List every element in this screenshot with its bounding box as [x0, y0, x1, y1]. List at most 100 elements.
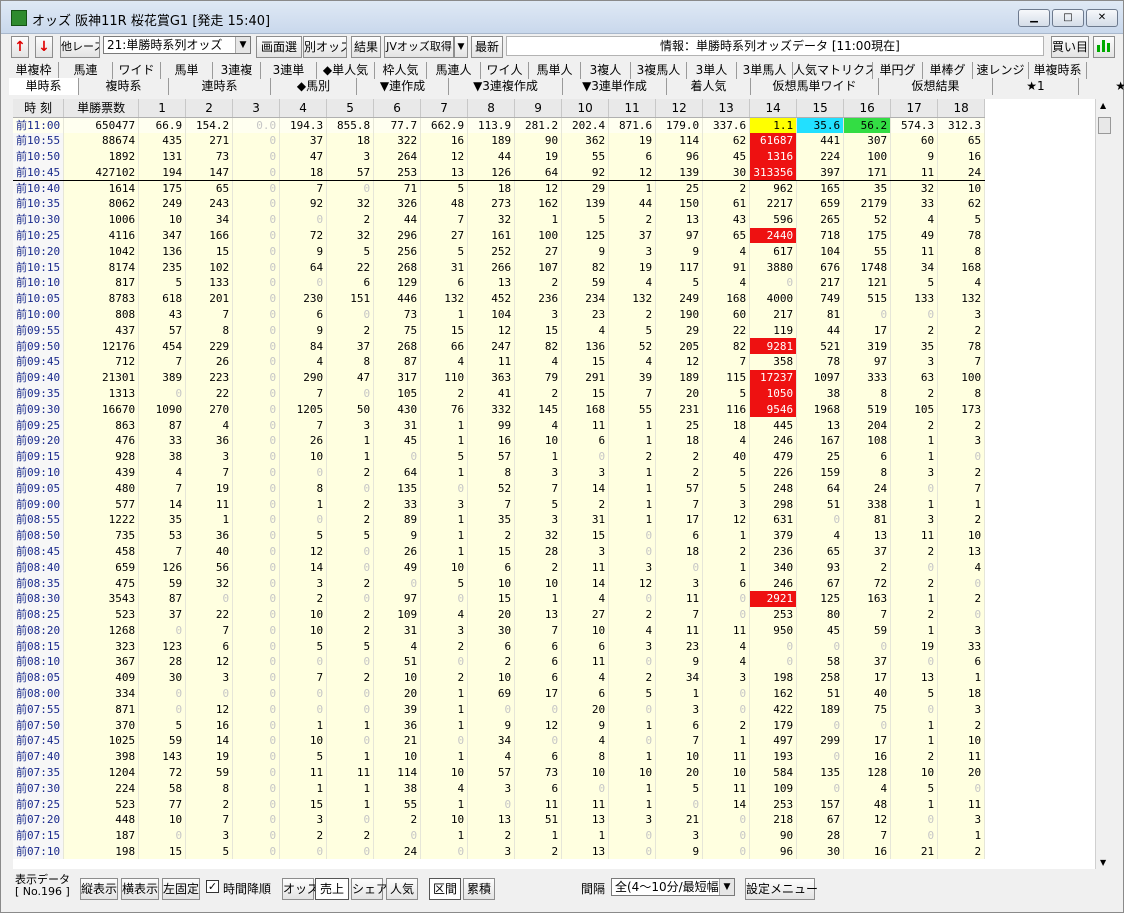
tab-tabs_row1-0[interactable]: 単複枠 — [9, 62, 59, 79]
horse-14-cell: 298 — [749, 496, 798, 512]
tab-tabs_row1-14[interactable]: 3単馬人 — [737, 62, 793, 79]
horse-13-cell: 82 — [702, 338, 751, 354]
horse-18-cell: 18 — [937, 685, 986, 702]
tab-tabs_row1-19[interactable]: 単複時系 — [1029, 62, 1087, 79]
scroll-up-icon[interactable]: ▲ — [1100, 101, 1106, 110]
horse-9-cell: 5 — [514, 496, 563, 512]
scroll-down-icon[interactable]: ▼ — [1100, 858, 1106, 867]
horse-13-cell: 6 — [702, 575, 751, 591]
tab-tabs_row2-11[interactable]: ★2 — [1079, 78, 1124, 95]
header-horse-9: 9 — [514, 99, 563, 118]
tab-tabs_row1-7[interactable]: 枠人気 — [375, 62, 427, 79]
jv-dropdown-button[interactable]: ▼ — [454, 36, 468, 58]
vertical-scrollbar[interactable]: ▲ ▼ — [1095, 99, 1112, 869]
scroll-thumb[interactable] — [1098, 117, 1111, 134]
tab-tabs_row1-18[interactable]: 速レンジ — [973, 62, 1029, 79]
tab-tabs_row1-15[interactable]: 人気マトリクス — [793, 62, 873, 79]
horse-14-cell: 313356 — [749, 164, 798, 181]
cumulative-toggle[interactable]: 累積 — [463, 878, 495, 900]
time-cell: 前11:00 — [13, 117, 65, 133]
tab-tabs_row1-6[interactable]: ◆単人気 — [317, 62, 375, 79]
horse-10-cell: 4 — [561, 669, 610, 686]
down-arrow-button[interactable]: ↓ — [35, 36, 53, 58]
tab-tabs_row2-5[interactable]: ▼3連複作成 — [449, 78, 563, 95]
odds-grid[interactable]: 時 刻単勝票数 1 2 3 4 5 6 7 8 9 10 11 12 13 14 15 16 17 18 前11:0… — [13, 99, 1095, 869]
votes-cell: 1042 — [63, 243, 140, 260]
horse-5-cell: 47 — [326, 369, 375, 386]
settings-menu-button[interactable]: 設定メニュー — [745, 878, 818, 900]
horse-16-cell: 0 — [843, 638, 892, 655]
horse-11-cell: 0 — [608, 590, 657, 607]
time-cell: 前08:50 — [13, 527, 65, 544]
horse-14-cell: 109 — [749, 780, 798, 797]
horse-9-cell: 15 — [514, 322, 563, 339]
tab-tabs_row2-7[interactable]: 着人気 — [667, 78, 751, 95]
horse-2-cell: 229 — [185, 338, 234, 354]
sales-toggle[interactable]: 売上 — [315, 878, 349, 900]
tab-tabs_row1-1[interactable]: 馬連 — [59, 62, 113, 79]
horse-6-cell: 24 — [373, 843, 422, 860]
horse-10-cell: 4 — [561, 590, 610, 607]
tab-tabs_row1-10[interactable]: 馬単人 — [529, 62, 581, 79]
horse-2-cell: 59 — [185, 764, 234, 781]
tab-tabs_row1-11[interactable]: 3複人 — [581, 62, 631, 79]
minimize-button[interactable]: ▁ — [1018, 9, 1050, 27]
horse-1-cell: 59 — [138, 575, 187, 591]
tab-tabs_row2-10[interactable]: ★1 — [993, 78, 1079, 95]
tab-tabs_row2-0[interactable]: 単時系 — [9, 78, 79, 95]
tab-tabs_row1-12[interactable]: 3複馬人 — [631, 62, 687, 79]
maximize-button[interactable]: □ — [1052, 9, 1084, 27]
horse-16-cell: 204 — [843, 417, 892, 433]
tab-tabs_row2-4[interactable]: ▼連作成 — [357, 78, 449, 95]
horse-15-cell: 0 — [796, 638, 845, 655]
votes-cell: 8174 — [63, 259, 140, 275]
tab-tabs_row2-1[interactable]: 複時系 — [79, 78, 169, 95]
tab-tabs_row1-13[interactable]: 3単人 — [687, 62, 737, 79]
latest-button[interactable]: 最新 — [471, 36, 503, 58]
share-toggle[interactable]: シェア — [351, 878, 388, 900]
tab-tabs_row1-8[interactable]: 馬連人 — [427, 62, 481, 79]
horse-5-cell: 3 — [326, 417, 375, 433]
tab-tabs_row1-5[interactable]: 3連単 — [261, 62, 317, 79]
other-odds-button[interactable]: 別オッズ — [303, 36, 347, 58]
chart-icon-button[interactable] — [1093, 36, 1115, 58]
votes-cell: 659 — [63, 559, 140, 576]
horse-6-cell: 51 — [373, 654, 422, 670]
votes-cell: 1222 — [63, 511, 140, 528]
horizontal-view-button[interactable]: 横表示 — [121, 878, 159, 900]
time-cell: 前07:55 — [13, 701, 65, 718]
odds-type-select[interactable]: 21:単勝時系列オッズ ▼ — [103, 36, 251, 54]
tab-tabs_row2-9[interactable]: 仮想結果 — [879, 78, 993, 95]
tab-tabs_row2-2[interactable]: 連時系 — [169, 78, 271, 95]
tab-tabs_row1-2[interactable]: ワイド — [113, 62, 161, 79]
tab-tabs_row2-8[interactable]: 仮想馬単ワイド — [751, 78, 879, 95]
interval-select[interactable]: 全(4～10分/最短幅) ▼ — [611, 878, 735, 896]
jv-odds-button[interactable]: JVオッズ取得 — [384, 36, 454, 58]
tab-tabs_row1-4[interactable]: 3連複 — [213, 62, 261, 79]
odds-toggle[interactable]: オッズ — [282, 878, 319, 900]
horse-6-cell: 73 — [373, 306, 422, 323]
horse-13-cell: 4 — [702, 654, 751, 670]
horse-9-cell: 1 — [514, 211, 563, 228]
other-race-button[interactable]: 他レース — [60, 36, 100, 58]
screen-select-button[interactable]: 画面選 — [256, 36, 302, 58]
buy-button[interactable]: 買い目 — [1051, 36, 1089, 58]
tab-tabs_row1-16[interactable]: 単円グ — [873, 62, 923, 79]
horse-3-cell: 0 — [232, 701, 281, 718]
left-fixed-button[interactable]: 左固定 — [162, 878, 200, 900]
up-arrow-button[interactable]: ↑ — [11, 36, 29, 58]
result-button[interactable]: 結果 — [351, 36, 381, 58]
vertical-view-button[interactable]: 縦表示 — [80, 878, 118, 900]
close-button[interactable]: ✕ — [1086, 9, 1118, 27]
tab-tabs_row1-17[interactable]: 単棒グ — [923, 62, 973, 79]
tab-tabs_row2-6[interactable]: ▼3連単作成 — [563, 78, 667, 95]
tab-tabs_row1-3[interactable]: 馬単 — [161, 62, 213, 79]
votes-cell: 577 — [63, 496, 140, 512]
tab-tabs_row2-3[interactable]: ◆馬別 — [271, 78, 357, 95]
time-desc-checkbox[interactable]: ✓ — [206, 880, 219, 893]
votes-cell: 650477 — [63, 117, 140, 133]
popularity-toggle[interactable]: 人気 — [386, 878, 418, 900]
tab-tabs_row1-9[interactable]: ワイ人 — [481, 62, 529, 79]
horse-17-cell: 9 — [890, 148, 939, 165]
interval-toggle[interactable]: 区間 — [429, 878, 461, 900]
